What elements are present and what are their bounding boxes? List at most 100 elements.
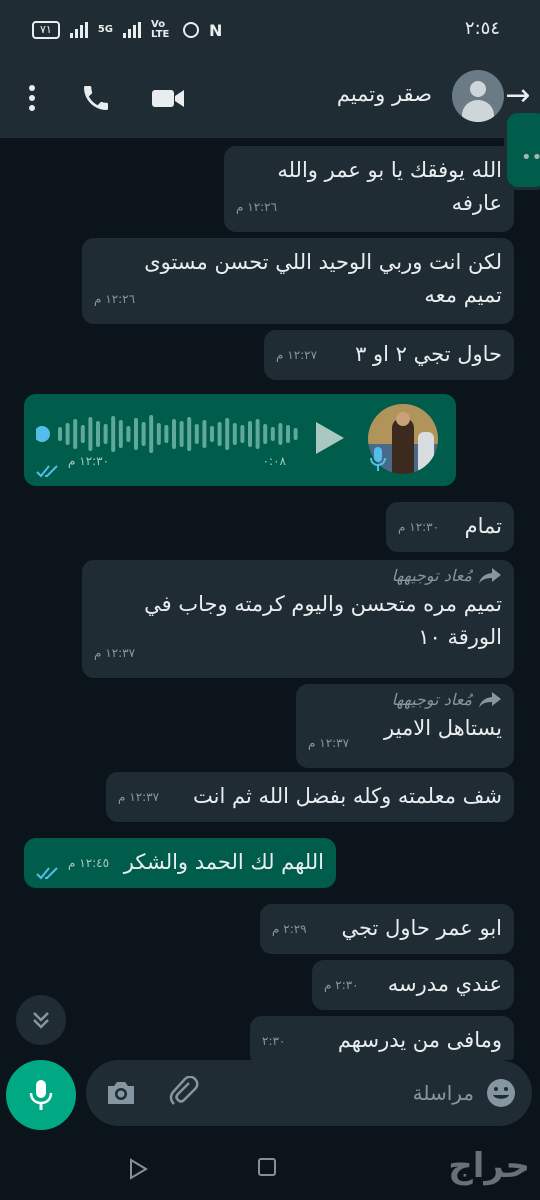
- contact-name[interactable]: صقر وتميم: [337, 82, 432, 106]
- message-time: ١٢:٤٥ م: [68, 856, 110, 870]
- waveform-bar: [255, 419, 260, 449]
- waveform-bar: [232, 423, 237, 445]
- microphone-icon: [29, 1080, 53, 1110]
- chevron-double-down-icon: [33, 1012, 49, 1029]
- message-time: ٢:٣٠: [262, 1034, 286, 1048]
- voice-message[interactable]: ٠:٠٨ ١٢:٣٠ م: [24, 394, 456, 486]
- voice-call-icon[interactable]: [80, 82, 112, 114]
- waveform-bar: [80, 425, 85, 443]
- play-icon[interactable]: [314, 420, 346, 456]
- microphone-icon: [370, 447, 386, 471]
- message-time: ١٢:٣٧ م: [308, 736, 350, 750]
- waveform-bar: [248, 421, 252, 447]
- message-time: ٢:٣٠ م: [324, 978, 359, 992]
- waveform-bar: [263, 424, 268, 444]
- message-bubble[interactable]: شف معلمته وكله بفضل الله ثم انت ١٢:٣٧ م: [106, 772, 514, 822]
- signal-icon-2: [123, 22, 141, 38]
- waveform-bar: [149, 415, 154, 453]
- waveform-bar: [286, 425, 290, 443]
- waveform-bar: [156, 423, 161, 445]
- message-bubble[interactable]: عندي مدرسه ٢:٣٠ م: [312, 960, 514, 1010]
- message-bubble[interactable]: اللهم لك الحمد والشكر ١٢:٤٥ م: [24, 838, 336, 888]
- waveform-bar: [217, 422, 222, 446]
- forward-icon: [479, 692, 501, 708]
- waveform-bar: [164, 425, 169, 443]
- waveform-bar: [194, 424, 199, 444]
- message-time: ١٢:٣٠ م: [68, 454, 110, 468]
- waveform-bar: [187, 417, 192, 451]
- waveform-bar: [202, 420, 207, 448]
- chat-header: → صقر وتميم: [0, 60, 540, 138]
- message-bubble[interactable]: ومافى من يدرسهم ٢:٣٠: [250, 1016, 514, 1060]
- forwarded-message-bubble[interactable]: مُعاد توجيهها تميم مره متحسن واليوم كرمت…: [82, 560, 514, 678]
- forwarded-text: مُعاد توجيهها: [391, 566, 472, 585]
- waveform-bar: [58, 427, 62, 441]
- attach-icon[interactable]: [168, 1076, 202, 1110]
- waveform-bar: [141, 422, 146, 446]
- nfc-icon: N: [209, 20, 223, 40]
- avatar[interactable]: [452, 70, 504, 122]
- waveform-bar: [210, 426, 214, 442]
- message-text: الله يوفقك يا بو عمر والله عارفه: [277, 158, 502, 215]
- message-time: ١٢:٣٧ م: [94, 646, 136, 660]
- waveform-bar: [172, 419, 176, 449]
- forwarded-text: مُعاد توجيهها: [391, 690, 472, 709]
- scroll-down-button[interactable]: [16, 995, 66, 1045]
- chat-area[interactable]: الله يوفقك يا بو عمر والله عارفه ١٢:٢٦ م…: [0, 138, 540, 1060]
- volte-label: Vo LTE: [151, 19, 170, 40]
- message-bubble[interactable]: ابو عمر حاول تجي ٢:٢٩ م: [260, 904, 514, 954]
- message-time: ١٢:٣٠ م: [398, 520, 440, 534]
- waveform-bar: [240, 425, 245, 443]
- waveform-bar: [278, 423, 283, 445]
- waveform-bar: [270, 427, 275, 441]
- status-icons: ٧١ 5G Vo LTE N: [32, 20, 222, 40]
- camera-icon[interactable]: [104, 1076, 138, 1110]
- message-time: ١٢:٢٧ م: [276, 348, 318, 362]
- network-label: 5G: [97, 24, 113, 35]
- signal-icon: [69, 22, 88, 38]
- message-bubble[interactable]: الله يوفقك يا بو عمر والله عارفه ١٢:٢٦ م: [224, 146, 514, 232]
- message-text: ومافى من يدرسهم: [337, 1028, 502, 1052]
- waveform-bar: [118, 420, 123, 448]
- message-time: ٢:٢٩ م: [272, 922, 307, 936]
- waveform-bar: [65, 423, 70, 445]
- status-time: ٢:٥٤: [464, 18, 500, 39]
- status-bar: ٧١ 5G Vo LTE N ٢:٥٤: [0, 0, 540, 60]
- alarm-icon: [183, 22, 199, 38]
- message-text: تميم مره متحسن واليوم كرمته وجاب في الور…: [144, 592, 502, 649]
- message-time: ١٢:٢٦ م: [236, 200, 278, 214]
- message-time: ١٢:٢٦ م: [94, 292, 136, 306]
- composer: [0, 1060, 540, 1140]
- read-ticks-icon: [36, 867, 58, 880]
- forwarded-label: مُعاد توجيهها: [308, 688, 502, 712]
- forwarded-message-bubble[interactable]: مُعاد توجيهها يستاهل الامير ١٢:٣٧ م: [296, 684, 514, 768]
- waveform-bar: [103, 424, 108, 444]
- waveform-bar: [96, 421, 100, 447]
- forward-icon: [479, 568, 501, 584]
- read-ticks-icon: [36, 465, 58, 478]
- emoji-icon[interactable]: [484, 1076, 518, 1110]
- menu-icon[interactable]: [22, 82, 42, 114]
- message-bubble[interactable]: حاول تجي ٢ او ٣ ١٢:٢٧ م: [264, 330, 514, 380]
- waveform-bar: [126, 426, 131, 442]
- message-time: ١٢:٣٧ م: [118, 790, 160, 804]
- message-text: شف معلمته وكله بفضل الله ثم انت: [193, 784, 502, 808]
- record-voice-button[interactable]: [6, 1060, 76, 1130]
- message-input[interactable]: [294, 1076, 474, 1110]
- side-chip[interactable]: ••: [504, 110, 540, 190]
- nav-home-icon[interactable]: [258, 1158, 276, 1176]
- forwarded-label: مُعاد توجيهها: [94, 564, 502, 588]
- watermark-logo: حراج: [448, 1146, 532, 1186]
- message-bubble[interactable]: لكن انت وربي الوحيد اللي تحسن مستوى تميم…: [82, 238, 514, 324]
- message-input-wrapper: [86, 1060, 532, 1126]
- waveform-bar: [111, 416, 116, 452]
- waveform-bar: [293, 428, 298, 440]
- nav-back-icon[interactable]: [128, 1158, 148, 1180]
- waveform-bar: [179, 421, 184, 447]
- system-nav-bar: حراج: [0, 1140, 540, 1200]
- voice-duration: ٠:٠٨: [262, 454, 286, 468]
- message-bubble[interactable]: تمام ١٢:٣٠ م: [386, 502, 514, 552]
- waveform-bar: [225, 418, 230, 450]
- video-call-icon[interactable]: [150, 84, 186, 112]
- voice-progress-dot: [36, 426, 50, 442]
